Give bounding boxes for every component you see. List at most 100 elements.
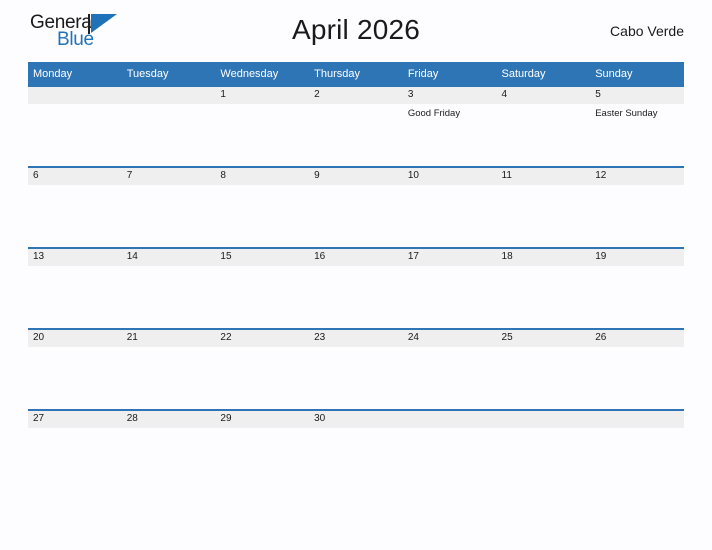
calendar-day[interactable]: 7 — [121, 166, 216, 247]
calendar-day[interactable]: 29 — [215, 409, 310, 437]
day-number: 3 — [402, 85, 497, 104]
calendar-day-empty — [121, 85, 216, 166]
calendar-day[interactable]: 8 — [215, 166, 310, 247]
calendar-week-row: 13 14 15 16 17 18 19 — [28, 247, 684, 328]
day-number: 5 — [590, 85, 684, 104]
calendar-cell: 5 Easter Sunday — [590, 85, 684, 166]
logo-triangle-icon — [91, 14, 117, 33]
day-number — [496, 409, 591, 428]
calendar-cell: 6 — [28, 166, 122, 247]
calendar-week-row: 1 2 3 Good Friday 4 5 Easter Sunday — [28, 85, 684, 166]
day-number: 19 — [590, 247, 684, 266]
calendar-day[interactable]: 6 — [28, 166, 122, 247]
calendar-day[interactable]: 16 — [309, 247, 403, 328]
day-number — [28, 85, 122, 104]
general-blue-logo[interactable]: General Blue — [28, 10, 124, 52]
calendar-cell: 1 — [215, 85, 310, 166]
calendar-cell: 7 — [121, 166, 216, 247]
day-number: 24 — [402, 328, 497, 347]
calendar-day[interactable]: 9 — [309, 166, 403, 247]
calendar-day[interactable]: 21 — [121, 328, 216, 409]
calendar-cell: 30 — [309, 409, 403, 437]
calendar-day[interactable]: 17 — [402, 247, 497, 328]
calendar-week-row: 20 21 22 23 24 25 26 — [28, 328, 684, 409]
calendar-cell — [496, 409, 591, 437]
calendar-day[interactable]: 2 — [309, 85, 403, 166]
weekday-header-sunday: Sunday — [590, 62, 684, 85]
event-label: Easter Sunday — [595, 108, 658, 119]
day-number: 12 — [590, 166, 684, 185]
calendar-day-empty — [590, 409, 684, 437]
page-title: April 2026 — [291, 14, 421, 45]
calendar-cell: 2 — [309, 85, 403, 166]
calendar-cell — [28, 85, 122, 166]
calendar-day[interactable]: 26 — [590, 328, 684, 409]
calendar-day[interactable]: 23 — [309, 328, 403, 409]
calendar-cell: 26 — [590, 328, 684, 409]
weekday-header-tuesday: Tuesday — [121, 62, 216, 85]
day-events: Easter Sunday — [590, 104, 684, 121]
calendar-cell: 12 — [590, 166, 684, 247]
calendar-cell: 20 — [28, 328, 122, 409]
day-number: 29 — [215, 409, 310, 428]
calendar-cell: 29 — [215, 409, 310, 437]
calendar-day[interactable]: 5 Easter Sunday — [590, 85, 684, 166]
calendar-day[interactable]: 20 — [28, 328, 122, 409]
calendar-cell: 19 — [590, 247, 684, 328]
calendar-cell: 14 — [121, 247, 216, 328]
day-number: 7 — [121, 166, 216, 185]
calendar-day[interactable]: 24 — [402, 328, 497, 409]
calendar-day[interactable]: 18 — [496, 247, 591, 328]
day-number: 25 — [496, 328, 591, 347]
calendar-day[interactable]: 30 — [309, 409, 403, 437]
calendar-week-row: 27 28 29 30 — [28, 409, 684, 437]
day-number: 17 — [402, 247, 497, 266]
day-number: 13 — [28, 247, 122, 266]
calendar-page: General Blue April 2026 Cabo Verde Monda… — [0, 0, 712, 550]
calendar-day-empty — [496, 409, 591, 437]
day-number: 15 — [215, 247, 310, 266]
calendar-cell: 11 — [496, 166, 591, 247]
day-number: 4 — [496, 85, 591, 104]
calendar-cell — [590, 409, 684, 437]
calendar-day[interactable]: 12 — [590, 166, 684, 247]
day-number: 9 — [309, 166, 403, 185]
calendar-day[interactable]: 15 — [215, 247, 310, 328]
day-number: 8 — [215, 166, 310, 185]
calendar-cell: 18 — [496, 247, 591, 328]
day-number: 20 — [28, 328, 122, 347]
calendar-cell: 24 — [402, 328, 497, 409]
day-number: 18 — [496, 247, 591, 266]
calendar-day[interactable]: 13 — [28, 247, 122, 328]
calendar-cell: 27 — [28, 409, 122, 437]
locale-label: Cabo Verde — [610, 23, 684, 39]
day-events: Good Friday — [403, 104, 497, 121]
calendar-cell: 9 — [309, 166, 403, 247]
weekday-header-monday: Monday — [28, 62, 122, 85]
calendar-day[interactable]: 19 — [590, 247, 684, 328]
calendar-day[interactable]: 4 — [496, 85, 591, 166]
calendar-day[interactable]: 27 — [28, 409, 122, 437]
event-label: Good Friday — [407, 108, 461, 119]
weekday-header-wednesday: Wednesday — [215, 62, 310, 85]
day-number: 11 — [496, 166, 591, 185]
day-number: 30 — [309, 409, 403, 428]
day-number: 14 — [121, 247, 216, 266]
calendar-day[interactable]: 28 — [121, 409, 216, 437]
calendar-cell: 22 — [215, 328, 310, 409]
calendar-cell — [121, 85, 216, 166]
page-header: General Blue April 2026 Cabo Verde — [28, 0, 684, 62]
calendar-cell: 28 — [121, 409, 216, 437]
weekday-header-thursday: Thursday — [309, 62, 403, 85]
calendar-cell: 23 — [309, 328, 403, 409]
calendar-day[interactable]: 1 — [215, 85, 310, 166]
calendar-day[interactable]: 10 — [402, 166, 497, 247]
calendar-day[interactable]: 22 — [215, 328, 310, 409]
day-number: 27 — [28, 409, 122, 428]
day-number: 26 — [590, 328, 684, 347]
calendar-day[interactable]: 25 — [496, 328, 591, 409]
calendar-day[interactable]: 3 Good Friday — [402, 85, 497, 166]
calendar-week-row: 6 7 8 9 10 11 12 — [28, 166, 684, 247]
calendar-day[interactable]: 11 — [496, 166, 591, 247]
calendar-day[interactable]: 14 — [121, 247, 216, 328]
